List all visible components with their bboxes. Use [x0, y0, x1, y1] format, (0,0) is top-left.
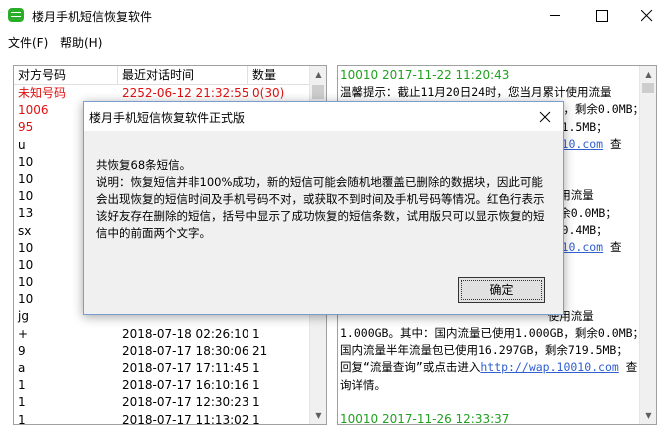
row-time: 2018-07-17 16:10:16	[122, 378, 248, 393]
message-text-segment: 查	[618, 360, 638, 375]
maximize-button[interactable]	[578, 0, 624, 31]
menu-bar: 文件(F) 帮助(H)	[0, 31, 670, 51]
row-number: 1	[18, 378, 26, 393]
dialog-note-line: 说明：恢复短信并非100%成功，新的短信可能会随机地覆盖已删除的数据块，因此可能	[96, 175, 543, 189]
row-count: 0(30)	[252, 86, 285, 100]
dialog-close-button[interactable]	[536, 108, 554, 126]
row-time: 2018-07-18 02:26:10	[122, 326, 248, 341]
scroll-up-icon[interactable]: ▲	[310, 66, 326, 83]
row-time: 2018-07-17 12:30:23	[122, 395, 248, 410]
list-header: 对方号码 最近对话时间 数量	[14, 66, 310, 85]
message-line: 回复“流量查询”或点击进入http://wap.10010.com 查	[340, 359, 638, 376]
column-header-count[interactable]: 数量	[248, 66, 310, 85]
window-title: 楼月手机短信恢复软件	[32, 10, 153, 24]
list-row[interactable]: +2018-07-18 02:26:10 1	[14, 326, 310, 343]
dialog-message: 共恢复68条短信。 说明：恢复短信并非100%成功，新的短信可能会随机地覆盖已删…	[96, 157, 556, 242]
message-text-segment: 回复“流量查询”或点击进入	[340, 360, 481, 375]
scroll-thumb[interactable]	[642, 83, 654, 93]
title-bar: 楼月手机短信恢复软件	[0, 0, 670, 31]
row-count: 1	[252, 378, 260, 393]
row-number: +	[18, 326, 29, 341]
row-number: 1	[18, 412, 26, 425]
close-icon	[641, 10, 653, 22]
dialog-note-line: 信中的前面两个文字。	[96, 226, 211, 240]
row-number: 未知号码	[18, 86, 67, 100]
column-header-number[interactable]: 对方号码	[14, 66, 118, 85]
row-time: 2252-06-12 21:32:55	[122, 86, 248, 100]
message-header: 10010 2017-11-26 12:33:37	[340, 411, 510, 424]
message-link[interactable]: http://wap.10010.com	[480, 360, 618, 374]
row-time: 2018-07-17 11:13:02	[122, 412, 248, 425]
row-count: 21	[252, 343, 268, 358]
scroll-up-icon[interactable]: ▲	[640, 66, 656, 83]
ok-button[interactable]: 确定	[458, 277, 545, 303]
dialog-title: 楼月手机短信恢复软件正式版	[89, 111, 246, 125]
list-row[interactable]: 1 2018-07-17 11:13:02 1	[14, 412, 310, 425]
message-line: 国内流量半年流量包已使用16.297GB，剩余719.5MB；	[340, 343, 628, 358]
dialog-note-line: 会出现恢复的短信时间及手机号码不对，或获取不到时间及手机号码等情况。红色行表示	[96, 192, 545, 206]
message-line: 温馨提示：截止11月20日24时，您当月累计使用流量	[340, 85, 612, 100]
dialog-note-line: 该好友存在删除的短信，括号中显示了成功恢复的短信条数，试用版只可以显示恢复的短	[96, 209, 545, 223]
scroll-thumb[interactable]	[312, 85, 324, 99]
message-header: 10010 2017-11-22 11:20:43	[340, 68, 510, 82]
list-row[interactable]: 9 2018-07-17 18:30:06 21	[14, 343, 310, 360]
scroll-down-icon[interactable]: ▼	[310, 407, 326, 424]
menu-file[interactable]: 文件(F)	[8, 34, 48, 51]
row-count: 1	[252, 326, 260, 341]
scroll-down-icon[interactable]: ▼	[640, 407, 656, 424]
close-icon	[539, 111, 551, 123]
message-line: 询详情。	[340, 377, 386, 392]
message-text-segment: 查	[603, 136, 622, 151]
row-number: 9	[18, 343, 26, 358]
row-time: 2018-07-17 17:11:45	[122, 361, 248, 375]
row-number: a	[18, 361, 26, 375]
row-number: 1	[18, 395, 26, 410]
list-row[interactable]: 1 2018-07-17 16:10:16 1	[14, 377, 310, 394]
row-count: 1	[252, 361, 260, 375]
close-button[interactable]	[624, 0, 670, 31]
minimize-button[interactable]	[532, 0, 578, 31]
app-chat-icon	[8, 8, 24, 22]
message-text-segment: 查	[603, 240, 622, 254]
message-scrollbar[interactable]: ▲ ▼	[639, 66, 656, 424]
row-time: 2018-07-17 18:30:06	[122, 343, 248, 358]
row-count: 1	[252, 395, 260, 410]
list-row[interactable]: a 2018-07-17 17:11:45 1	[14, 360, 310, 377]
dialog-summary: 共恢复68条短信。	[96, 158, 192, 172]
row-count: 1	[252, 412, 260, 425]
list-row[interactable]: 1 2018-07-17 12:30:23 1	[14, 394, 310, 411]
dialog-title-bar: 楼月手机短信恢复软件正式版	[84, 102, 563, 131]
column-header-time[interactable]: 最近对话时间	[118, 66, 248, 85]
recovery-result-dialog: 楼月手机短信恢复软件正式版 共恢复68条短信。 说明：恢复短信并非100%成功，…	[83, 101, 564, 315]
list-row[interactable]: 未知号码 2252-06-12 21:32:55 0(30)	[14, 85, 310, 102]
message-line: 1.000GB。其中：国内流量已使用1.000GB，剩余0.0MB；	[340, 325, 638, 340]
menu-help[interactable]: 帮助(H)	[60, 34, 102, 51]
